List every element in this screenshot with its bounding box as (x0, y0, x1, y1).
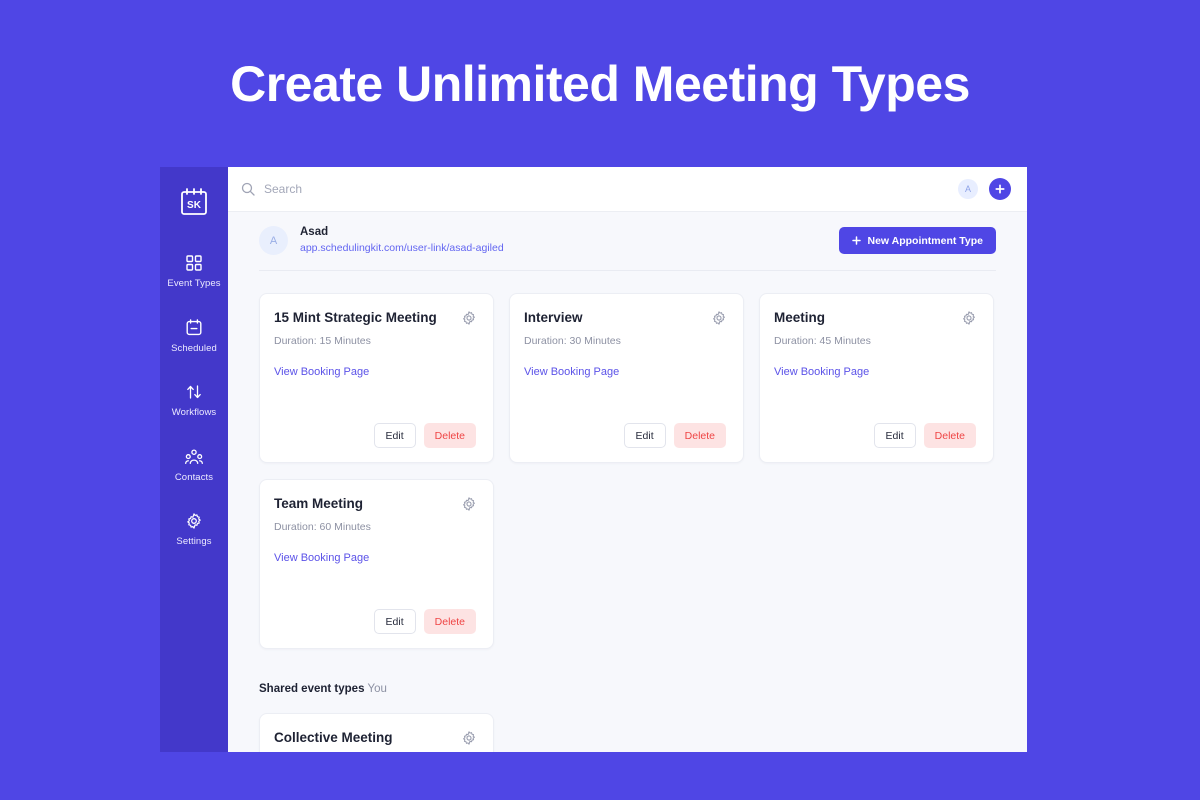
edit-button[interactable]: Edit (373, 609, 416, 634)
sidebar-item-scheduled[interactable]: Scheduled (160, 310, 228, 363)
edit-button[interactable]: Edit (623, 423, 666, 448)
calendar-logo-icon[interactable]: SK (178, 185, 210, 219)
delete-button[interactable]: Delete (423, 609, 476, 634)
sidebar-item-label: Workflows (171, 407, 217, 418)
event-type-title: Interview (524, 310, 583, 325)
card-header: 15 Mint Strategic Meeting (274, 310, 476, 326)
main-region: A A Asad app.schedulingkit.com/user-link… (228, 167, 1027, 752)
event-type-title: 15 Mint Strategic Meeting (274, 310, 437, 325)
view-booking-page-link[interactable]: View Booking Page (774, 366, 976, 378)
top-bar: A (228, 167, 1027, 212)
shared-event-type-title: Collective Meeting (274, 729, 393, 745)
app-window: SK Event Types Scheduled Workflows Conta… (160, 167, 1027, 752)
card-actions: Edit Delete (274, 609, 476, 634)
user-name: Asad (300, 226, 329, 239)
view-booking-page-link[interactable]: View Booking Page (274, 552, 476, 564)
delete-button[interactable]: Delete (423, 423, 476, 448)
gear-icon[interactable] (462, 311, 476, 325)
sidebar-item-event-types[interactable]: Event Types (160, 245, 228, 298)
hero-banner: Create Unlimited Meeting Types (0, 0, 1200, 167)
search-bar[interactable] (241, 182, 958, 196)
page-title: Create Unlimited Meeting Types (230, 55, 970, 112)
search-icon (241, 182, 255, 196)
user-avatar: A (259, 226, 288, 255)
view-booking-page-link[interactable]: View Booking Page (524, 366, 726, 378)
grid-icon (185, 254, 203, 272)
plus-icon (851, 236, 861, 245)
svg-text:SK: SK (187, 200, 202, 211)
event-type-card[interactable]: Interview Duration: 30 Minutes View Book… (509, 293, 744, 463)
sidebar-item-label: Event Types (167, 278, 221, 289)
content-scroll-area: A Asad app.schedulingkit.com/user-link/a… (228, 212, 1027, 752)
event-type-duration: Duration: 60 Minutes (274, 521, 371, 534)
plus-icon (995, 184, 1005, 194)
card-header: Meeting (774, 310, 976, 326)
calendar-icon (185, 319, 203, 337)
view-booking-page-link[interactable]: View Booking Page (274, 366, 476, 378)
shared-event-types-scope: You (367, 683, 387, 695)
shared-event-types-heading: Shared event types You (259, 683, 996, 697)
search-input[interactable] (264, 182, 524, 196)
edit-button[interactable]: Edit (373, 423, 416, 448)
delete-button[interactable]: Delete (673, 423, 726, 448)
new-appointment-type-label: New Appointment Type (867, 234, 984, 247)
delete-button[interactable]: Delete (923, 423, 976, 448)
sidebar-item-label: Contacts (174, 471, 214, 483)
shared-event-types-grid: Collective Meeting (259, 697, 996, 752)
sidebar-item-label: Settings (176, 536, 212, 547)
card-header: Team Meeting (274, 496, 476, 512)
people-icon (185, 448, 203, 466)
gear-icon[interactable] (962, 311, 976, 325)
card-header: Interview (524, 310, 726, 326)
event-type-duration: Duration: 45 Minutes (774, 335, 871, 348)
top-bar-actions: A (958, 178, 1011, 200)
sidebar-item-settings[interactable]: Settings (160, 503, 228, 556)
avatar[interactable]: A (958, 179, 978, 199)
sidebar-item-contacts[interactable]: Contacts (160, 439, 228, 492)
event-type-card[interactable]: 15 Mint Strategic Meeting Duration: 15 M… (259, 293, 494, 463)
sidebar: SK Event Types Scheduled Workflows Conta… (160, 167, 228, 752)
gear-icon (185, 512, 203, 530)
sidebar-item-label: Scheduled (171, 342, 217, 354)
event-type-duration: Duration: 15 Minutes (274, 335, 371, 348)
shared-event-type-card[interactable]: Collective Meeting (259, 712, 494, 752)
new-appointment-type-button[interactable]: New Appointment Type (838, 227, 996, 254)
card-header: Collective Meeting (274, 730, 476, 746)
gear-icon[interactable] (712, 311, 726, 325)
user-booking-link[interactable]: app.schedulingkit.com/user-link/asad-agi… (300, 242, 504, 255)
add-button[interactable] (989, 178, 1011, 200)
event-type-duration: Duration: 30 Minutes (524, 335, 621, 348)
sidebar-item-workflows[interactable]: Workflows (160, 374, 228, 427)
gear-icon[interactable] (462, 497, 476, 511)
user-meta: Asad app.schedulingkit.com/user-link/asa… (300, 226, 504, 254)
card-actions: Edit Delete (274, 423, 476, 448)
event-type-card[interactable]: Team Meeting Duration: 60 Minutes View B… (259, 479, 494, 649)
card-actions: Edit Delete (524, 423, 726, 448)
card-actions: Edit Delete (774, 423, 976, 448)
event-types-grid: 15 Mint Strategic Meeting Duration: 15 M… (259, 271, 996, 649)
event-type-title: Team Meeting (274, 496, 364, 511)
shared-event-types-label: Shared event types (259, 683, 365, 695)
arrows-up-down-icon (185, 383, 203, 401)
user-profile-row: A Asad app.schedulingkit.com/user-link/a… (259, 212, 996, 271)
edit-button[interactable]: Edit (873, 423, 916, 448)
gear-icon[interactable] (462, 731, 476, 745)
event-type-card[interactable]: Meeting Duration: 45 Minutes View Bookin… (759, 293, 994, 463)
event-type-title: Meeting (774, 310, 826, 325)
